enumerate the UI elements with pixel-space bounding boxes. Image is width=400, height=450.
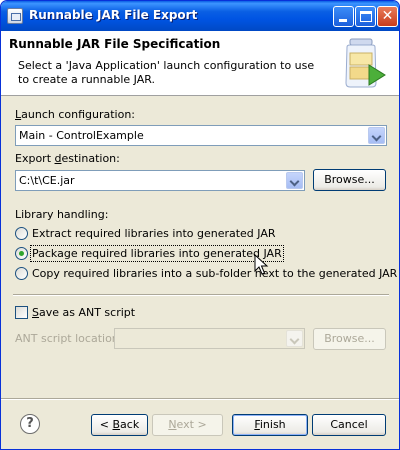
- browse-ant-button[interactable]: Browse...: [313, 328, 386, 350]
- minimize-icon: [339, 19, 347, 22]
- close-icon: ✕: [381, 8, 394, 24]
- export-destination-label: Export destination:: [15, 152, 120, 165]
- footer-separator: [1, 398, 399, 400]
- cancel-button[interactable]: Cancel: [312, 414, 386, 436]
- launch-config-label: Launch configuration:: [15, 108, 136, 121]
- page-title: Runnable JAR File Specification: [9, 37, 221, 51]
- finish-button[interactable]: Finish: [232, 414, 308, 436]
- copy-libraries-label[interactable]: Copy required libraries into a sub-folde…: [32, 267, 397, 280]
- back-button[interactable]: < Back: [91, 414, 148, 436]
- chevron-down-icon[interactable]: [286, 172, 303, 189]
- chevron-down-icon[interactable]: [368, 127, 385, 144]
- save-ant-script-label[interactable]: Save as ANT script: [32, 306, 135, 319]
- maximize-button[interactable]: [355, 6, 376, 27]
- extract-libraries-label[interactable]: Extract required libraries into generate…: [32, 227, 276, 240]
- title-bar[interactable]: Runnable JAR File Export ✕: [1, 1, 399, 31]
- page-description: Select a 'Java Application' launch confi…: [18, 59, 315, 86]
- chevron-down-icon[interactable]: [286, 330, 303, 347]
- export-destination-value: C:\t\CE.jar: [19, 174, 75, 187]
- ant-location-combo[interactable]: [114, 328, 305, 349]
- close-button[interactable]: ✕: [377, 6, 398, 27]
- launch-config-value: Main - ControlExample: [19, 129, 144, 142]
- launch-config-select[interactable]: Main - ControlExample: [15, 125, 387, 146]
- export-dialog: Runnable JAR File Export ✕ Runnable JAR …: [0, 0, 400, 450]
- save-ant-script-checkbox[interactable]: [15, 306, 28, 319]
- jar-wizard-icon: [345, 38, 386, 88]
- export-destination-combo[interactable]: C:\t\CE.jar: [15, 170, 305, 191]
- extract-libraries-radio[interactable]: [15, 227, 28, 240]
- jar-export-window-icon: [7, 8, 23, 24]
- package-libraries-label[interactable]: Package required libraries into generate…: [30, 245, 284, 262]
- next-button[interactable]: Next >: [152, 414, 223, 436]
- mouse-cursor-icon: [254, 254, 269, 275]
- browse-destination-button[interactable]: Browse...: [313, 169, 386, 191]
- help-icon[interactable]: ?: [20, 414, 40, 434]
- ant-location-label: ANT script location:: [15, 332, 123, 345]
- minimize-button[interactable]: [333, 6, 354, 27]
- library-handling-label: Library handling:: [15, 208, 109, 221]
- wizard-banner: Runnable JAR File Specification Select a…: [1, 31, 399, 96]
- window-title: Runnable JAR File Export: [29, 8, 198, 22]
- maximize-icon: [360, 11, 372, 22]
- package-libraries-radio[interactable]: [15, 247, 28, 260]
- separator: [13, 294, 389, 296]
- copy-libraries-radio[interactable]: [15, 267, 28, 280]
